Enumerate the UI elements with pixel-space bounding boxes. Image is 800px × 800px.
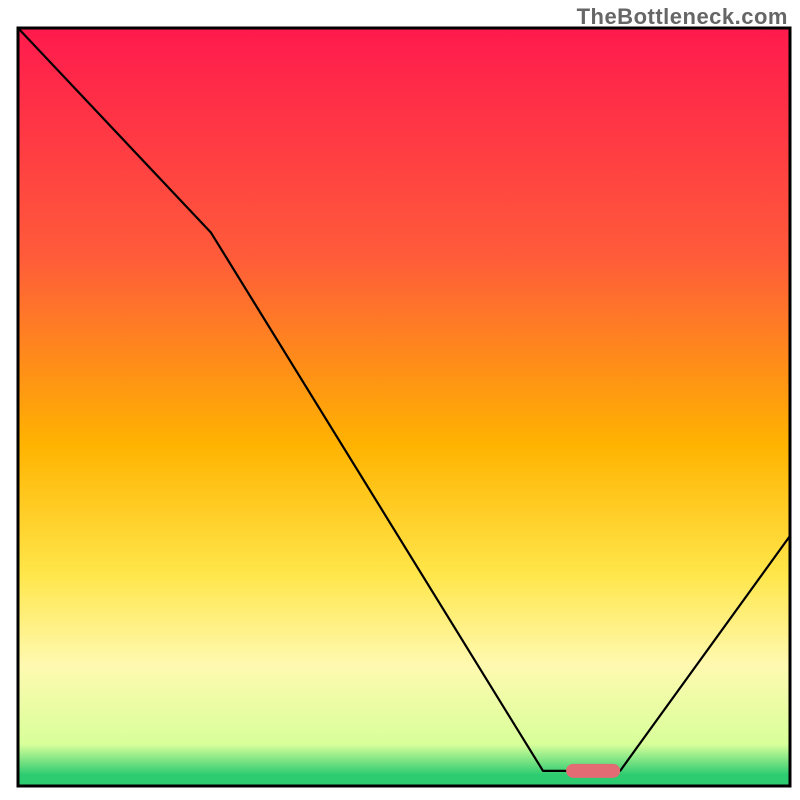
gradient-background [18,28,790,786]
chart-container: TheBottleneck.com [0,0,800,800]
bottleneck-chart [0,0,800,800]
optimum-marker [566,764,620,778]
